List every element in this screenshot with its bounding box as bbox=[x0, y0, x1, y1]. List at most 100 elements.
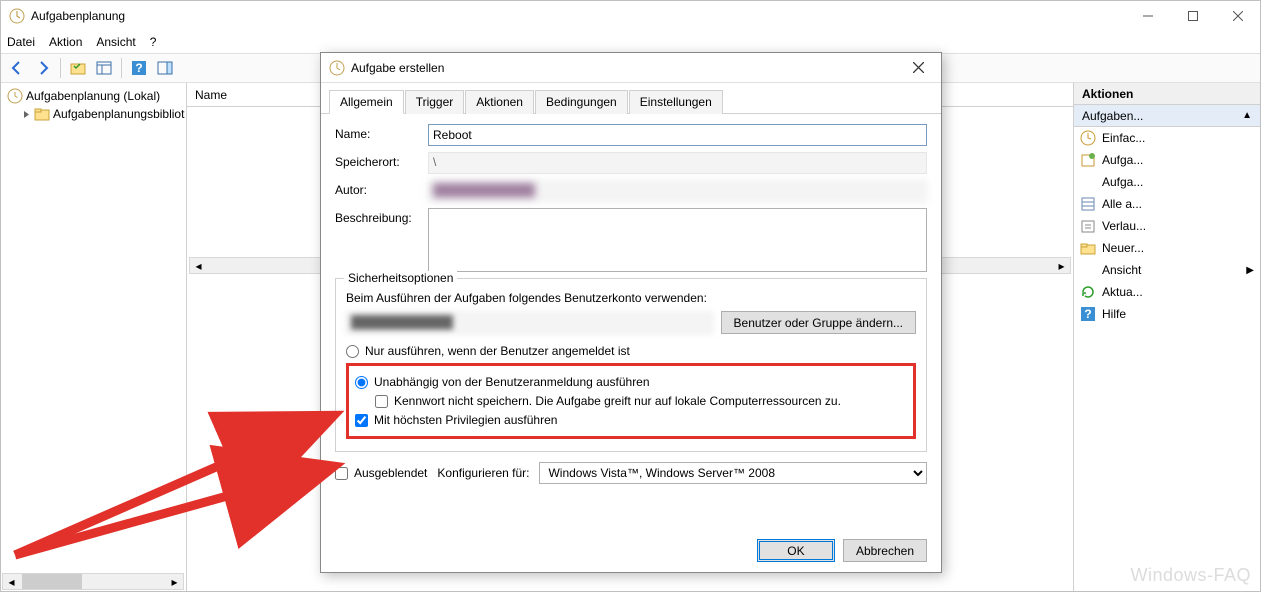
check-no-password[interactable]: Kennwort nicht speichern. Die Aufgabe gr… bbox=[355, 394, 907, 408]
titlebar: Aufgabenplanung bbox=[1, 1, 1260, 31]
tab-general[interactable]: Allgemein bbox=[329, 90, 404, 114]
tab-settings[interactable]: Einstellungen bbox=[629, 90, 723, 114]
blank-icon bbox=[1080, 174, 1096, 190]
actions-subheader-label: Aufgaben... bbox=[1082, 109, 1143, 123]
scroll-right-icon[interactable]: ▸ bbox=[166, 574, 183, 589]
scroll-left-icon[interactable]: ◂ bbox=[190, 258, 207, 273]
tree-hscroll[interactable]: ◂ ▸ bbox=[2, 573, 184, 590]
col-name: Name bbox=[195, 88, 227, 102]
action-help[interactable]: ?Hilfe bbox=[1074, 303, 1260, 325]
check-highest-priv-input[interactable] bbox=[355, 414, 368, 427]
clock-icon bbox=[7, 88, 23, 104]
location-value: \ bbox=[428, 152, 927, 174]
action-view[interactable]: Ansicht▶ bbox=[1074, 259, 1260, 281]
action-refresh[interactable]: Aktua... bbox=[1074, 281, 1260, 303]
tabstrip: Allgemein Trigger Aktionen Bedingungen E… bbox=[321, 83, 941, 114]
label-location: Speicherort: bbox=[335, 152, 428, 169]
ok-button[interactable]: OK bbox=[757, 539, 835, 562]
tree-expander-icon[interactable] bbox=[21, 109, 32, 120]
label-author: Autor: bbox=[335, 180, 428, 197]
security-group-title: Sicherheitsoptionen bbox=[344, 271, 457, 285]
menu-file[interactable]: Datei bbox=[7, 35, 35, 49]
dialog-icon bbox=[329, 60, 345, 76]
maximize-button[interactable] bbox=[1170, 2, 1215, 31]
collapse-icon[interactable]: ▲ bbox=[1242, 110, 1252, 121]
configure-label: Konfigurieren für: bbox=[437, 466, 529, 480]
tab-trigger[interactable]: Trigger bbox=[405, 90, 465, 114]
author-value: ████████████ bbox=[428, 180, 927, 202]
window-title: Aufgabenplanung bbox=[31, 9, 1125, 23]
tree-child[interactable]: Aufgabenplanungsbibliot bbox=[3, 105, 184, 123]
radio-logged-in-input[interactable] bbox=[346, 345, 359, 358]
action-new-folder[interactable]: Neuer... bbox=[1074, 237, 1260, 259]
folder-new-icon bbox=[1080, 240, 1096, 256]
check-no-password-input[interactable] bbox=[375, 395, 388, 408]
watermark: Windows-FAQ bbox=[1130, 565, 1251, 586]
submenu-arrow-icon: ▶ bbox=[1246, 265, 1254, 276]
label-name: Name: bbox=[335, 124, 428, 141]
actions-subheader[interactable]: Aufgaben... ▲ bbox=[1074, 105, 1260, 127]
menu-help[interactable]: ? bbox=[150, 35, 157, 49]
actions-pane: Aktionen Aufgaben... ▲ Einfac... Aufga..… bbox=[1074, 83, 1260, 591]
dialog-title: Aufgabe erstellen bbox=[351, 61, 903, 75]
menu-view[interactable]: Ansicht bbox=[96, 35, 135, 49]
action-show-all[interactable]: Alle a... bbox=[1074, 193, 1260, 215]
cancel-button[interactable]: Abbrechen bbox=[843, 539, 927, 562]
scroll-right-icon[interactable]: ▸ bbox=[1053, 258, 1070, 273]
change-user-button[interactable]: Benutzer oder Gruppe ändern... bbox=[721, 311, 916, 334]
tab-actions[interactable]: Aktionen bbox=[465, 90, 534, 114]
security-group: Sicherheitsoptionen Beim Ausführen der A… bbox=[335, 278, 927, 452]
action-history[interactable]: Verlau... bbox=[1074, 215, 1260, 237]
toolbar-view-button[interactable] bbox=[92, 56, 116, 80]
tab-panel-general: Name: Speicherort: \ Autor: ████████████… bbox=[321, 114, 941, 492]
description-input[interactable] bbox=[428, 208, 927, 272]
refresh-icon bbox=[1080, 284, 1096, 300]
radio-any-user-input[interactable] bbox=[355, 376, 368, 389]
radio-logged-in-label: Nur ausführen, wenn der Benutzer angemel… bbox=[365, 344, 630, 358]
security-hint: Beim Ausführen der Aufgaben folgendes Be… bbox=[346, 291, 916, 305]
configure-select[interactable]: Windows Vista™, Windows Server™ 2008 bbox=[539, 462, 927, 484]
tree-child-label: Aufgabenplanungsbibliot bbox=[53, 107, 184, 121]
check-highest-priv[interactable]: Mit höchsten Privilegien ausführen bbox=[355, 413, 907, 427]
tree-root[interactable]: Aufgabenplanung (Lokal) bbox=[3, 87, 184, 105]
tree-root-label: Aufgabenplanung (Lokal) bbox=[26, 89, 160, 103]
check-highest-priv-label: Mit höchsten Privilegien ausführen bbox=[374, 413, 557, 427]
toolbar-folder-button[interactable] bbox=[66, 56, 90, 80]
tree-pane: Aufgabenplanung (Lokal) Aufgabenplanungs… bbox=[1, 83, 187, 591]
check-hidden-input[interactable] bbox=[335, 467, 348, 480]
list-icon bbox=[1080, 196, 1096, 212]
check-no-password-label: Kennwort nicht speichern. Die Aufgabe gr… bbox=[394, 394, 841, 408]
create-task-dialog: Aufgabe erstellen Allgemein Trigger Akti… bbox=[320, 52, 942, 573]
minimize-button[interactable] bbox=[1125, 2, 1170, 31]
label-description: Beschreibung: bbox=[335, 208, 428, 225]
history-icon bbox=[1080, 218, 1096, 234]
action-create-task[interactable]: Aufga... bbox=[1074, 149, 1260, 171]
radio-any-user[interactable]: Unabhängig von der Benutzeranmeldung aus… bbox=[355, 375, 907, 389]
forward-button[interactable] bbox=[31, 56, 55, 80]
scroll-left-icon[interactable]: ◂ bbox=[3, 574, 20, 589]
action-import-task[interactable]: Aufga... bbox=[1074, 171, 1260, 193]
close-button[interactable] bbox=[1215, 2, 1260, 31]
highlight-box: Unabhängig von der Benutzeranmeldung aus… bbox=[346, 363, 916, 439]
svg-text:?: ? bbox=[135, 61, 142, 75]
tab-conditions[interactable]: Bedingungen bbox=[535, 90, 628, 114]
back-button[interactable] bbox=[5, 56, 29, 80]
name-input[interactable] bbox=[428, 124, 927, 146]
menu-action[interactable]: Aktion bbox=[49, 35, 82, 49]
dialog-close-button[interactable] bbox=[903, 54, 933, 82]
check-hidden-label: Ausgeblendet bbox=[354, 466, 427, 480]
account-field: ████████████ bbox=[346, 312, 713, 334]
action-create-basic[interactable]: Einfac... bbox=[1074, 127, 1260, 149]
svg-text:?: ? bbox=[1084, 307, 1091, 321]
radio-logged-in[interactable]: Nur ausführen, wenn der Benutzer angemel… bbox=[346, 344, 916, 358]
scroll-thumb[interactable] bbox=[22, 574, 82, 589]
toolbar-panel-button[interactable] bbox=[153, 56, 177, 80]
dialog-titlebar: Aufgabe erstellen bbox=[321, 53, 941, 83]
menubar: Datei Aktion Ansicht ? bbox=[1, 31, 1260, 53]
check-hidden[interactable]: Ausgeblendet bbox=[335, 466, 427, 480]
help-icon: ? bbox=[1080, 306, 1096, 322]
radio-any-user-label: Unabhängig von der Benutzeranmeldung aus… bbox=[374, 375, 650, 389]
blank-icon bbox=[1080, 262, 1096, 278]
task-new-icon bbox=[1080, 152, 1096, 168]
toolbar-help-button[interactable]: ? bbox=[127, 56, 151, 80]
